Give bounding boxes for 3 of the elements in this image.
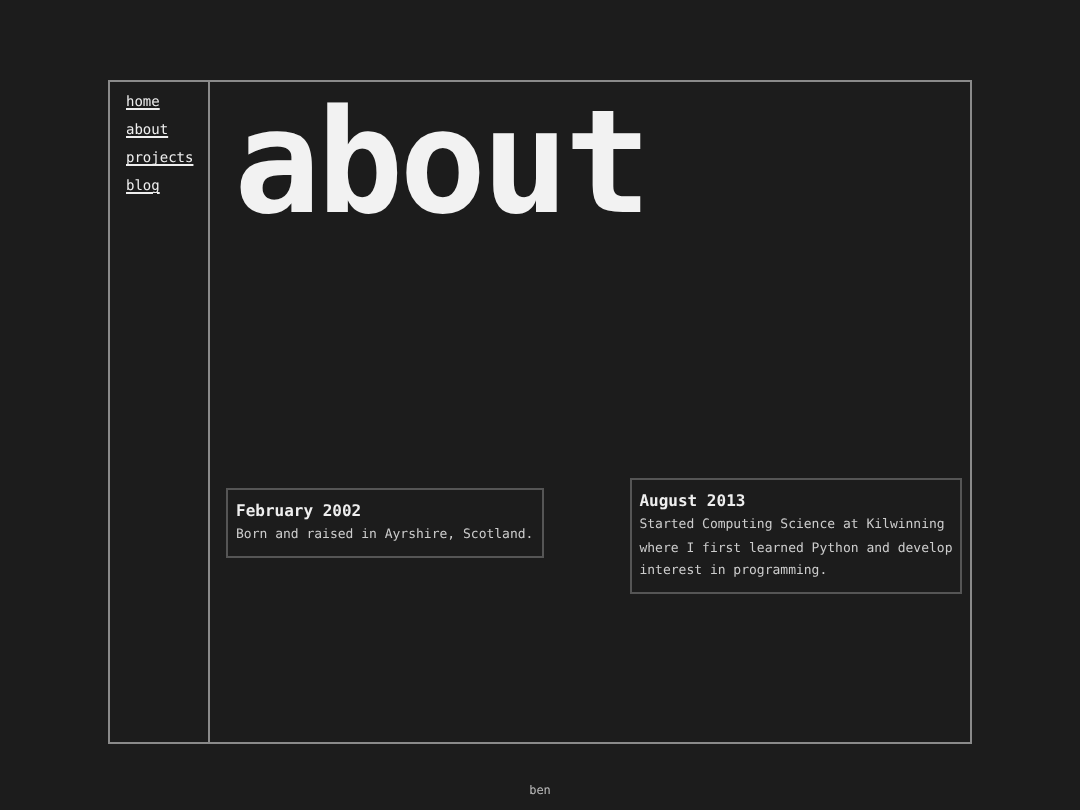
timeline-date: August 2013 [639,490,748,514]
timeline-date: February 2002 [236,500,364,524]
page-heading: about [234,94,648,230]
